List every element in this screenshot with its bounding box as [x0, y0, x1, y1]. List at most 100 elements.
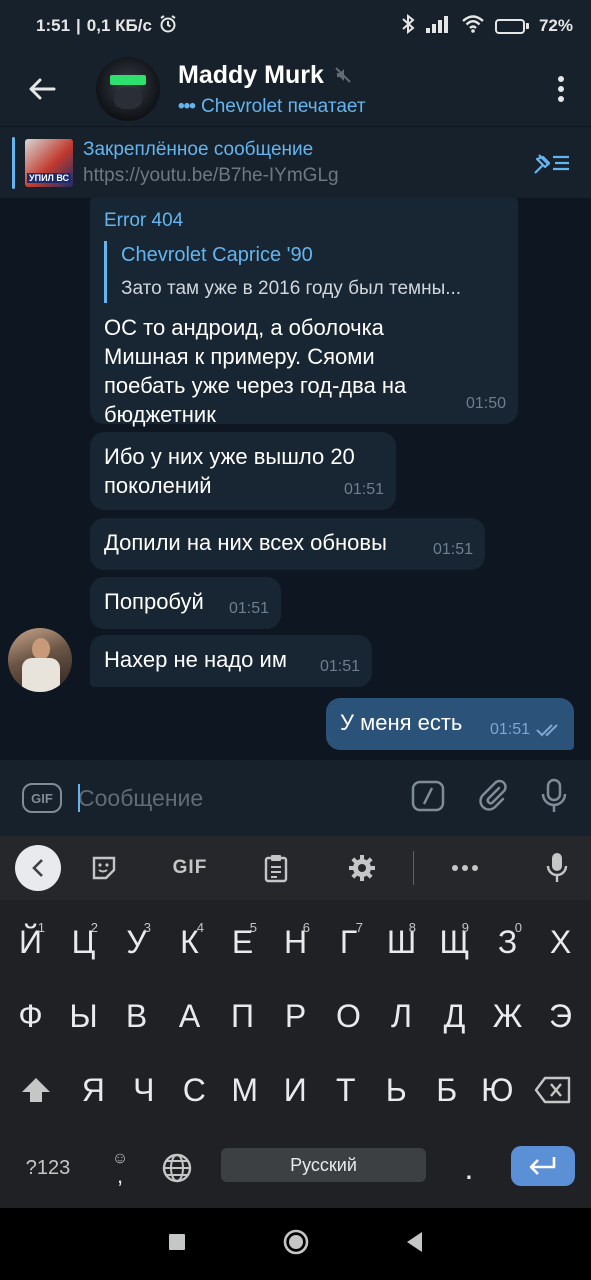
- keyboard-settings-button[interactable]: [319, 854, 405, 882]
- pinned-text: Закреплённое сообщение https://youtu.be/…: [83, 139, 339, 187]
- space-key[interactable]: Русский: [221, 1148, 426, 1182]
- letter-key[interactable]: б: [422, 1060, 473, 1120]
- letter-key[interactable]: о: [322, 986, 375, 1046]
- backspace-key[interactable]: [522, 1060, 584, 1120]
- more-menu-button[interactable]: [531, 52, 591, 126]
- letter-key[interactable]: ы: [57, 986, 110, 1046]
- sticker-button[interactable]: [61, 855, 147, 881]
- letter-key[interactable]: ю: [472, 1060, 523, 1120]
- message-list[interactable]: Error 404 Chevrolet Caprice '90 Зато там…: [0, 198, 591, 760]
- letter-key[interactable]: в: [110, 986, 163, 1046]
- outgoing-message-bubble[interactable]: У меня есть 01:51: [326, 698, 574, 750]
- message-line: Мишная к примеру. Сяоми: [104, 344, 375, 369]
- microphone-icon[interactable]: [541, 778, 567, 819]
- bluetooth-icon: [401, 13, 415, 39]
- letter-key[interactable]: ж: [481, 986, 534, 1046]
- message-bubble[interactable]: Error 404 Chevrolet Caprice '90 Зато там…: [90, 198, 518, 427]
- message-line: Допили на них всех обновы: [104, 530, 387, 555]
- letter-key[interactable]: ч: [119, 1060, 170, 1120]
- key-label: х: [549, 923, 572, 960]
- message-input[interactable]: [78, 784, 411, 812]
- keyboard-row-1: й1ц2у3к4е5н6г7ш8щ9з0 х: [0, 912, 591, 972]
- double-check-icon: [536, 723, 558, 736]
- key-label: ф: [18, 997, 43, 1034]
- letter-key[interactable]: т: [321, 1060, 372, 1120]
- recents-button[interactable]: [168, 1233, 186, 1256]
- back-nav-button[interactable]: [406, 1231, 424, 1258]
- status-left: 1:51 | 0,1 КБ/с: [36, 14, 178, 39]
- chat-title-text: Maddy Murk: [178, 60, 324, 89]
- letter-key[interactable]: а: [163, 986, 216, 1046]
- pinned-list-button[interactable]: [527, 139, 575, 187]
- message-bubble[interactable]: Допили на них всех обновы 01:51: [90, 518, 485, 570]
- chat-status: ••• Chevrolet печатает: [178, 96, 366, 118]
- home-button[interactable]: [282, 1228, 310, 1261]
- enter-key[interactable]: [511, 1146, 575, 1186]
- pin-list-icon: [534, 153, 569, 174]
- attach-icon[interactable]: [477, 779, 509, 818]
- soft-keyboard: GIF й1ц2у3к4е5н6г7ш8щ9з0 х фывапролджэ яч…: [0, 836, 591, 1208]
- letter-key[interactable]: п: [216, 986, 269, 1046]
- voice-input-button[interactable]: [527, 852, 587, 884]
- letter-key[interactable]: ш8: [375, 912, 428, 972]
- letter-key[interactable]: д: [428, 986, 481, 1046]
- letter-key[interactable]: е5: [216, 912, 269, 972]
- emoji-comma-key[interactable]: ☺ ,: [98, 1138, 142, 1198]
- letter-key[interactable]: э: [534, 986, 587, 1046]
- key-label: в: [125, 997, 148, 1034]
- circle-icon: [283, 1229, 308, 1254]
- letter-key[interactable]: г7: [322, 912, 375, 972]
- text-caret: [78, 784, 80, 812]
- letter-key[interactable]: и: [270, 1060, 321, 1120]
- back-button[interactable]: [0, 52, 84, 126]
- letter-key[interactable]: з0: [481, 912, 534, 972]
- letter-key[interactable]: к4: [163, 912, 216, 972]
- key-label: и: [283, 1071, 307, 1108]
- key-label: т: [335, 1071, 356, 1108]
- letter-key[interactable]: х: [534, 912, 587, 972]
- letter-key[interactable]: р: [269, 986, 322, 1046]
- pinned-subtitle: https://youtu.be/B7he-IYmGLg: [83, 164, 339, 186]
- letter-key[interactable]: у3: [110, 912, 163, 972]
- key-label: ч: [133, 1071, 155, 1108]
- letter-key[interactable]: ф: [4, 986, 57, 1046]
- symbols-key[interactable]: ?123: [14, 1138, 82, 1198]
- message-sender[interactable]: Error 404: [104, 206, 504, 235]
- letter-key[interactable]: й1: [4, 912, 57, 972]
- letter-key[interactable]: л: [375, 986, 428, 1046]
- letter-key[interactable]: с: [169, 1060, 220, 1120]
- gif-button[interactable]: GIF: [22, 783, 62, 813]
- message-input-wrapper[interactable]: [78, 778, 411, 818]
- message-bubble[interactable]: Ибо у них уже вышло 20 поколений 01:51: [90, 432, 396, 510]
- letter-key[interactable]: щ9: [428, 912, 481, 972]
- keyboard-row-2: фывапролджэ: [0, 986, 591, 1046]
- status-separator: |: [76, 16, 81, 35]
- letter-key[interactable]: м: [220, 1060, 271, 1120]
- letter-key[interactable]: н6: [269, 912, 322, 972]
- message-bubble[interactable]: Попробуй 01:51: [90, 577, 281, 629]
- pinned-title: Закреплённое сообщение: [83, 138, 314, 160]
- message-text: ОС то андроид, а оболочка Мишная к приме…: [104, 313, 504, 429]
- keyboard-more-button[interactable]: [422, 864, 508, 872]
- chat-avatar[interactable]: [96, 57, 160, 121]
- clipboard-button[interactable]: [233, 853, 319, 883]
- backspace-icon: [534, 1076, 571, 1104]
- shift-key[interactable]: [8, 1060, 64, 1120]
- letter-key[interactable]: я: [68, 1060, 119, 1120]
- message-line: Ибо у них уже вышло 20: [104, 444, 355, 469]
- key-label: м: [231, 1071, 259, 1108]
- message-bubble[interactable]: Нахер не надо им 01:51: [90, 635, 372, 687]
- keyboard-collapse-button[interactable]: [15, 845, 61, 891]
- bot-commands-icon[interactable]: [411, 780, 445, 817]
- sender-avatar[interactable]: [8, 628, 72, 692]
- keyboard-gif-button[interactable]: GIF: [147, 857, 233, 879]
- pinned-message[interactable]: УПИЛ ВС Закреплённое сообщение https://y…: [0, 126, 591, 198]
- chat-info[interactable]: Maddy Murk ••• Chevrolet печатает: [178, 61, 366, 118]
- typing-dots-icon: •••: [178, 95, 196, 117]
- more-horizontal-icon: [452, 865, 478, 871]
- period-key[interactable]: .: [446, 1138, 492, 1198]
- language-key[interactable]: [154, 1138, 200, 1198]
- letter-key[interactable]: ь: [371, 1060, 422, 1120]
- reply-quote[interactable]: Chevrolet Caprice '90 Зато там уже в 201…: [104, 241, 504, 303]
- letter-key[interactable]: ц2: [57, 912, 110, 972]
